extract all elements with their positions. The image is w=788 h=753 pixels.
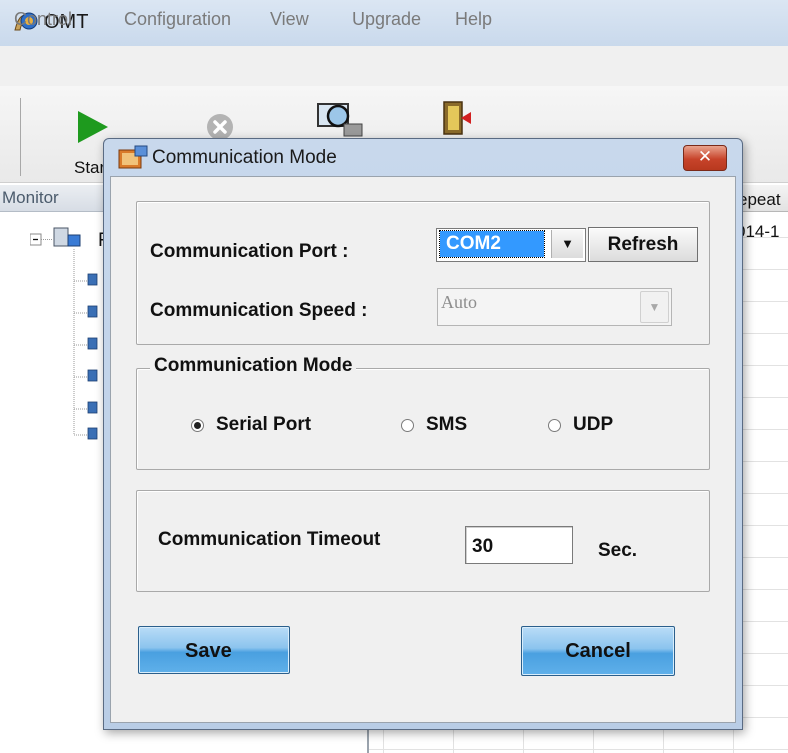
radio-serial-port[interactable]: Serial Port [191,414,311,436]
port-label: Communication Port : [150,241,349,262]
monitor-search-icon[interactable] [316,100,366,140]
refresh-button[interactable]: Refresh [588,227,698,262]
dialog-title: Communication Mode [152,147,337,168]
save-button[interactable]: Save [138,626,290,674]
toolbar-separator [20,98,21,176]
dropdown-arrow-icon: ▼ [640,291,669,323]
timeout-label: Communication Timeout [158,529,381,550]
monitor-header-label: Monitor [2,188,59,207]
radio-sms-label: SMS [426,414,468,435]
radio-serial-port-label: Serial Port [216,414,312,435]
radio-dot[interactable] [401,418,414,432]
radio-udp[interactable]: UDP [548,414,613,436]
dialog-window-icon [118,145,148,169]
timeout-input[interactable]: 30 [465,526,573,564]
menu-configuration[interactable]: Configuration [124,9,231,30]
radio-dot[interactable] [191,418,204,432]
dropdown-arrow-icon[interactable]: ▼ [551,230,583,258]
toolbar-start-label[interactable]: Star [74,158,105,178]
device-tree[interactable] [30,225,110,455]
port-select-value[interactable]: COM2 [439,230,545,258]
cancel-button[interactable]: Cancel [521,626,675,676]
network-node-icon [53,227,81,247]
timeout-unit: Sec. [598,540,638,561]
menu-bar [0,46,788,87]
speed-label: Communication Speed : [150,300,368,321]
radio-udp-label: UDP [573,414,614,435]
speed-select-value: Auto [441,292,477,312]
exit-door-icon[interactable] [440,100,474,136]
mode-group-label: Communication Mode [150,355,357,377]
menu-view[interactable]: View [270,9,309,30]
radio-sms[interactable]: SMS [401,414,467,436]
menu-control[interactable]: Control [14,9,72,30]
menu-help[interactable]: Help [455,9,492,30]
radio-dot[interactable] [548,418,561,432]
grid-column-header[interactable]: epeat [738,190,781,210]
close-icon[interactable]: ✕ [683,145,727,171]
menu-upgrade[interactable]: Upgrade [352,9,421,30]
